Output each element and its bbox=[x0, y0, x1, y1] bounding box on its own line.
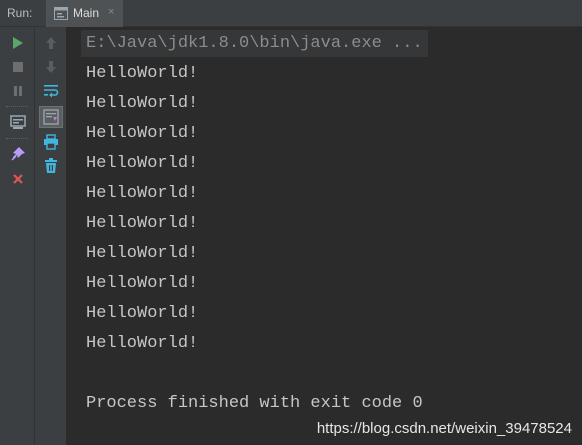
run-toolbar-primary bbox=[0, 27, 35, 445]
toolbar-divider bbox=[6, 106, 28, 107]
run-label: Run: bbox=[7, 6, 33, 20]
console-icon bbox=[54, 7, 68, 25]
close-icon[interactable] bbox=[6, 168, 30, 190]
rerun-icon[interactable] bbox=[6, 32, 30, 54]
output-line: HelloWorld! bbox=[86, 64, 199, 83]
tab-close-icon[interactable]: × bbox=[108, 6, 114, 18]
output-line: HelloWorld! bbox=[86, 184, 199, 203]
print-icon[interactable] bbox=[39, 131, 63, 153]
run-panel-header: Run: Main × bbox=[0, 0, 582, 27]
output-line: HelloWorld! bbox=[86, 154, 199, 173]
pause-icon[interactable] bbox=[6, 80, 30, 102]
command-line[interactable]: E:\Java\jdk1.8.0\bin\java.exe ... bbox=[81, 30, 428, 57]
tab-main-label: Main bbox=[73, 6, 100, 20]
tab-main[interactable]: Main × bbox=[46, 0, 123, 27]
trash-icon[interactable] bbox=[39, 155, 63, 177]
output-line: HelloWorld! bbox=[86, 94, 199, 113]
pin-icon[interactable] bbox=[6, 143, 30, 165]
watermark: https://blog.csdn.net/weixin_39478524 bbox=[316, 420, 572, 437]
output-line: HelloWorld! bbox=[86, 334, 199, 353]
output-line: HelloWorld! bbox=[86, 304, 199, 323]
dump-threads-icon[interactable] bbox=[6, 112, 30, 134]
output-line: HelloWorld! bbox=[86, 124, 199, 143]
run-toolbar-secondary bbox=[35, 27, 67, 445]
exit-message: Process finished with exit code 0 bbox=[86, 394, 423, 413]
toolbar-divider bbox=[6, 138, 28, 139]
output-line: HelloWorld! bbox=[86, 244, 199, 263]
output-line: HelloWorld! bbox=[86, 274, 199, 293]
console-output[interactable]: E:\Java\jdk1.8.0\bin\java.exe ... HelloW… bbox=[67, 27, 582, 445]
scroll-to-end-icon[interactable] bbox=[39, 106, 63, 128]
down-arrow-icon[interactable] bbox=[39, 56, 63, 78]
output-line: HelloWorld! bbox=[86, 214, 199, 233]
up-arrow-icon[interactable] bbox=[39, 32, 63, 54]
soft-wrap-icon[interactable] bbox=[39, 80, 63, 102]
stop-icon[interactable] bbox=[6, 56, 30, 78]
